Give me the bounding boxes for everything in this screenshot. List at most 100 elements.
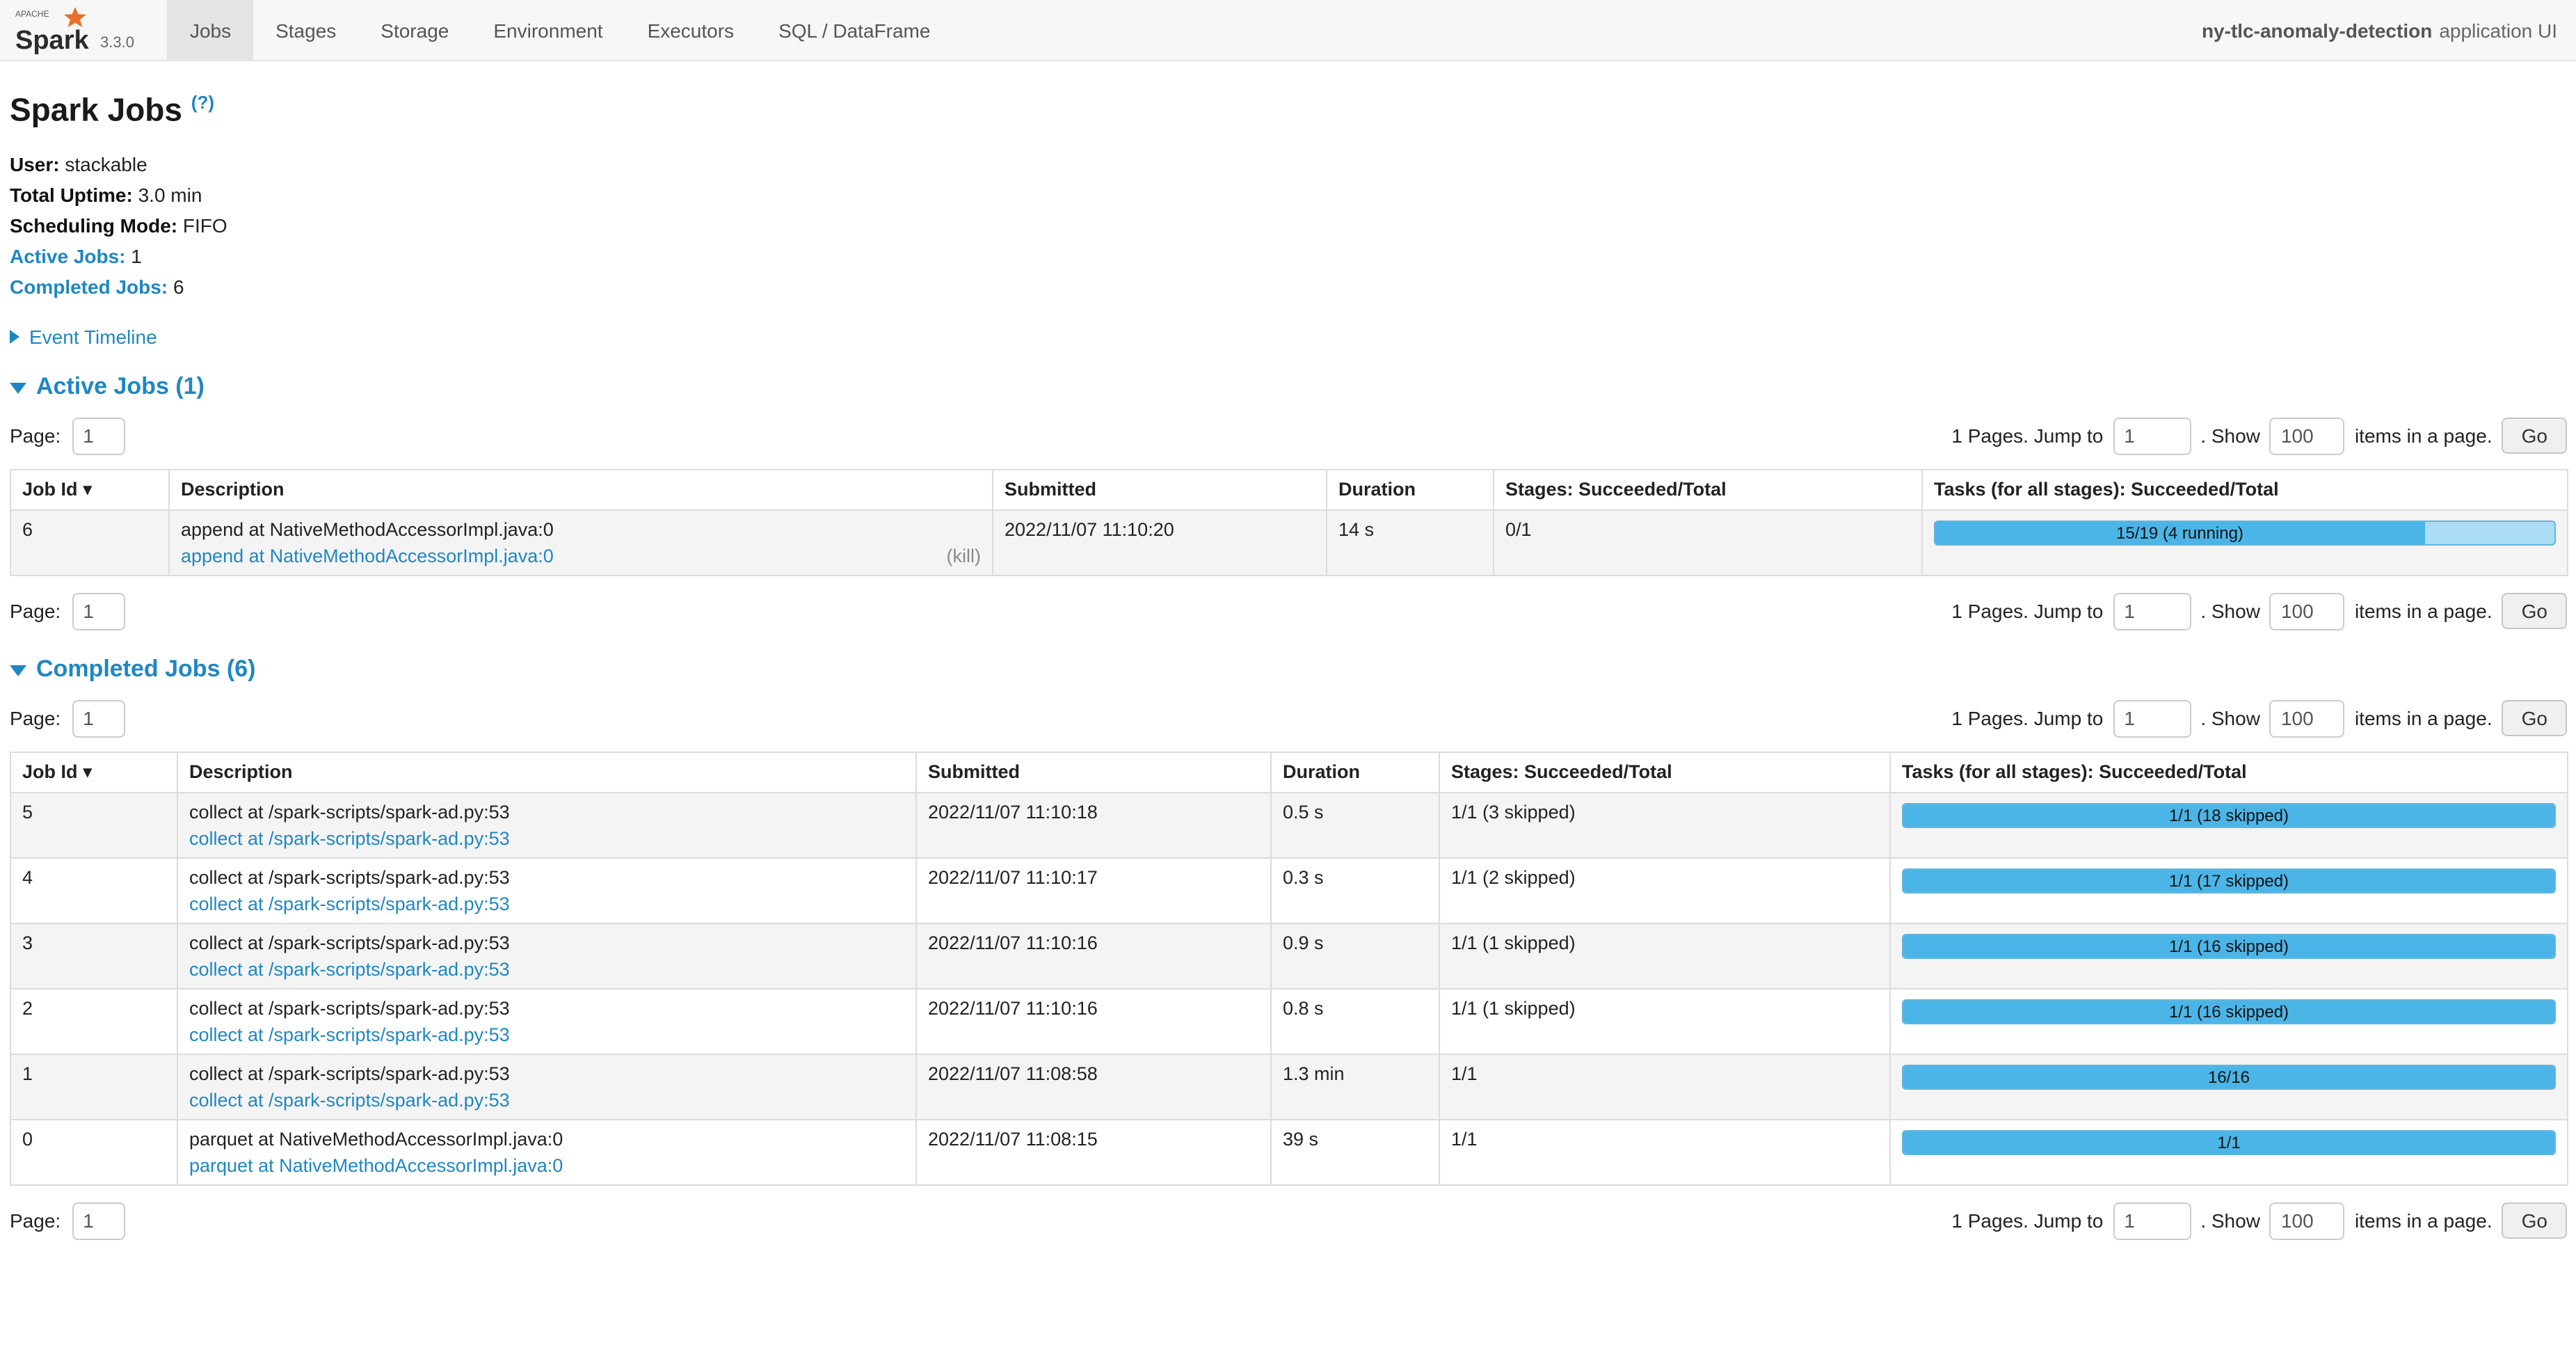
completed-jobs-count: 6 [173, 276, 184, 299]
show-text: . Show [2200, 424, 2260, 447]
logo-spark-text: Spark [15, 26, 89, 55]
tab-executors[interactable]: Executors [625, 0, 757, 60]
tab-sql-dataframe[interactable]: SQL / DataFrame [756, 0, 952, 60]
tasks-cell: 1/1 [1890, 1119, 2568, 1184]
job-description: parquet at NativeMethodAccessorImpl.java… [189, 1128, 904, 1149]
pagination-controls: 1 Pages. Jump to . Show items in a page.… [1951, 417, 2567, 454]
job-description-link[interactable]: collect at /spark-scripts/spark-ad.py:53 [189, 958, 510, 979]
duration-cell: 1.3 min [1271, 1054, 1439, 1119]
tasks-cell: 1/1 (18 skipped) [1890, 792, 2568, 857]
header-tasks[interactable]: Tasks (for all stages): Succeeded/Total [1922, 469, 2568, 509]
job-description-link[interactable]: collect at /spark-scripts/spark-ad.py:53 [189, 893, 510, 914]
pagination-controls: 1 Pages. Jump to . Show items in a page.… [1951, 592, 2567, 630]
tab-storage[interactable]: Storage [358, 0, 471, 60]
help-link[interactable]: (?) [191, 92, 214, 113]
pages-jump-text: 1 Pages. Jump to [1951, 1209, 2103, 1232]
user-label: User: [10, 152, 60, 175]
summary-uptime: Total Uptime: 3.0 min [10, 182, 2567, 207]
active-jobs-link[interactable]: Active Jobs: [10, 245, 126, 267]
jump-to-input[interactable] [2113, 592, 2191, 630]
page-title-text: Spark Jobs [10, 91, 182, 127]
pagination-bar: Page: 1 Pages. Jump to . Show items in a… [10, 592, 2567, 630]
submitted-cell: 2022/11/07 11:08:15 [916, 1119, 1271, 1184]
go-button[interactable]: Go [2502, 418, 2567, 454]
items-per-page-input[interactable] [2270, 699, 2345, 737]
duration-cell: 14 s [1327, 509, 1494, 575]
go-button[interactable]: Go [2502, 700, 2567, 736]
header-stages[interactable]: Stages: Succeeded/Total [1439, 752, 1890, 792]
stages-cell: 1/1 [1439, 1119, 1890, 1184]
tasks-cell: 1/1 (16 skipped) [1890, 988, 2568, 1054]
submitted-cell: 2022/11/07 11:08:58 [916, 1054, 1271, 1119]
tab-jobs[interactable]: Jobs [168, 0, 253, 60]
submitted-cell: 2022/11/07 11:10:20 [993, 509, 1327, 575]
active-job-row: 6 append at NativeMethodAccessorImpl.jav… [10, 509, 2568, 575]
pages-jump-text: 1 Pages. Jump to [1951, 424, 2103, 447]
completed-job-row: 1 collect at /spark-scripts/spark-ad.py:… [10, 1054, 2568, 1119]
header-duration[interactable]: Duration [1271, 752, 1439, 792]
application-ui-label: ny-tlc-anomaly-detection application UI [2202, 0, 2576, 60]
items-text: items in a page. [2355, 707, 2493, 729]
progress-label: 1/1 (18 skipped) [2169, 805, 2289, 825]
active-jobs-section-toggle[interactable]: Active Jobs (1) [10, 372, 2567, 400]
main-content: Spark Jobs (?) User: stackable Total Upt… [0, 61, 2576, 1239]
job-description-link[interactable]: collect at /spark-scripts/spark-ad.py:53 [189, 827, 510, 848]
job-id-cell: 1 [10, 1054, 177, 1119]
tasks-cell: 1/1 (17 skipped) [1890, 857, 2568, 923]
collapsed-arrow-icon [10, 329, 19, 343]
page-number-input[interactable] [72, 592, 125, 630]
header-submitted[interactable]: Submitted [993, 469, 1327, 509]
completed-jobs-section-toggle[interactable]: Completed Jobs (6) [10, 655, 2567, 683]
stages-cell: 1/1 (3 skipped) [1439, 792, 1890, 857]
job-description: collect at /spark-scripts/spark-ad.py:53 [189, 866, 904, 887]
go-button[interactable]: Go [2502, 1202, 2567, 1239]
page-number-input[interactable] [72, 1202, 125, 1239]
go-button[interactable]: Go [2502, 593, 2567, 629]
job-description-link[interactable]: append at NativeMethodAccessorImpl.java:… [181, 545, 554, 566]
header-job-id[interactable]: Job Id ▾ [10, 469, 169, 509]
active-jobs-count: 1 [131, 245, 142, 267]
completed-jobs-link[interactable]: Completed Jobs: [10, 276, 168, 299]
header-description[interactable]: Description [177, 752, 916, 792]
navbar: APACHE Spark 3.3.0 Jobs Stages Storage E… [0, 0, 2576, 61]
description-cell: collect at /spark-scripts/spark-ad.py:53… [177, 857, 916, 923]
tab-environment[interactable]: Environment [471, 0, 625, 60]
scheduling-mode-label: Scheduling Mode: [10, 214, 177, 237]
header-duration[interactable]: Duration [1327, 469, 1494, 509]
stages-cell: 1/1 (2 skipped) [1439, 857, 1890, 923]
jump-to-input[interactable] [2113, 699, 2191, 737]
header-submitted[interactable]: Submitted [916, 752, 1271, 792]
event-timeline-toggle[interactable]: Event Timeline [10, 325, 2567, 347]
duration-cell: 0.3 s [1271, 857, 1439, 923]
spark-logo[interactable]: APACHE Spark 3.3.0 [11, 0, 145, 60]
application-name: ny-tlc-anomaly-detection [2202, 19, 2432, 41]
page-number-input[interactable] [72, 699, 125, 737]
kill-job-link[interactable]: (kill) [947, 545, 982, 566]
header-tasks[interactable]: Tasks (for all stages): Succeeded/Total [1890, 752, 2568, 792]
pagination-controls: 1 Pages. Jump to . Show items in a page.… [1951, 1202, 2567, 1239]
jump-to-input[interactable] [2113, 417, 2191, 454]
page-label: Page: [10, 1209, 61, 1232]
description-cell: collect at /spark-scripts/spark-ad.py:53… [177, 923, 916, 988]
header-job-id[interactable]: Job Id ▾ [10, 752, 177, 792]
tasks-progress-bar: 1/1 (17 skipped) [1902, 868, 2556, 893]
header-stages[interactable]: Stages: Succeeded/Total [1494, 469, 1922, 509]
tab-stages[interactable]: Stages [253, 0, 358, 60]
pagination-bar: Page: 1 Pages. Jump to . Show items in a… [10, 699, 2567, 737]
page-number-input[interactable] [72, 417, 125, 454]
job-description-link[interactable]: parquet at NativeMethodAccessorImpl.java… [189, 1154, 563, 1175]
job-description-link[interactable]: collect at /spark-scripts/spark-ad.py:53 [189, 1089, 510, 1110]
items-per-page-input[interactable] [2270, 417, 2345, 454]
job-description-link[interactable]: collect at /spark-scripts/spark-ad.py:53 [189, 1024, 510, 1045]
tasks-progress-bar: 15/19 (4 running) [1934, 520, 2556, 545]
completed-jobs-table: Job Id ▾ Description Submitted Duration … [10, 751, 2568, 1185]
duration-cell: 0.5 s [1271, 792, 1439, 857]
jump-to-input[interactable] [2113, 1202, 2191, 1239]
tasks-cell: 1/1 (16 skipped) [1890, 923, 2568, 988]
items-per-page-input[interactable] [2270, 1202, 2345, 1239]
page-label: Page: [10, 424, 61, 447]
items-per-page-input[interactable] [2270, 592, 2345, 630]
header-description[interactable]: Description [169, 469, 993, 509]
scheduling-mode-value: FIFO [183, 214, 227, 237]
job-description: collect at /spark-scripts/spark-ad.py:53 [189, 801, 904, 822]
